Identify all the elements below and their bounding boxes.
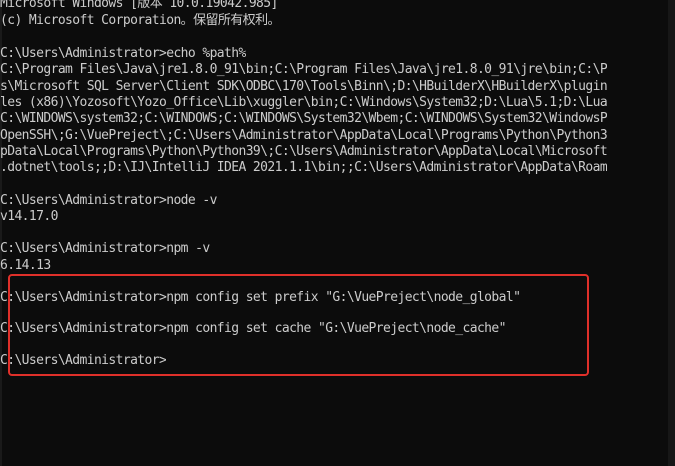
console-line-version: Microsoft Windows [版本 10.0.19042.985] [0,0,278,11]
red-highlight-box [8,274,589,376]
console-line-path-output: OpenSSH\;G:\VuePreject\;C:\Users\Adminis… [0,128,608,143]
console-line-npm-command: C:\Users\Administrator>npm -v [0,241,210,256]
console-line-path-output: C:\WINDOWS\system32;C:\WINDOWS;C:\WINDOW… [0,111,608,126]
console-line-path-output: .dotnet\tools;;D:\IJ\IntelliJ IDEA 2021.… [0,160,608,175]
console-line-node-command: C:\Users\Administrator>node -v [0,193,217,208]
console-line-path-output: s\Microsoft SQL Server\Client SDK\ODBC\1… [0,79,608,94]
console-line-path-output: C:\Program Files\Java\jre1.8.0_91\bin;C:… [0,62,608,77]
console-line-node-version: v14.17.0 [0,209,58,224]
vertical-scrollbar[interactable] [668,0,675,466]
console-line-copyright: (c) Microsoft Corporation。保留所有权利。 [0,13,280,28]
console-line-path-output: pData\Local\Programs\Python\Python39\;C:… [0,144,608,159]
command-prompt-window[interactable]: Microsoft Windows [版本 10.0.19042.985] (c… [0,0,675,466]
console-line-npm-version: 6.14.13 [0,258,51,273]
console-line-path-output: les (x86)\Yozosoft\Yozo_Office\Lib\xuggl… [0,95,608,110]
console-line-echo-path: C:\Users\Administrator>echo %path% [0,46,246,61]
